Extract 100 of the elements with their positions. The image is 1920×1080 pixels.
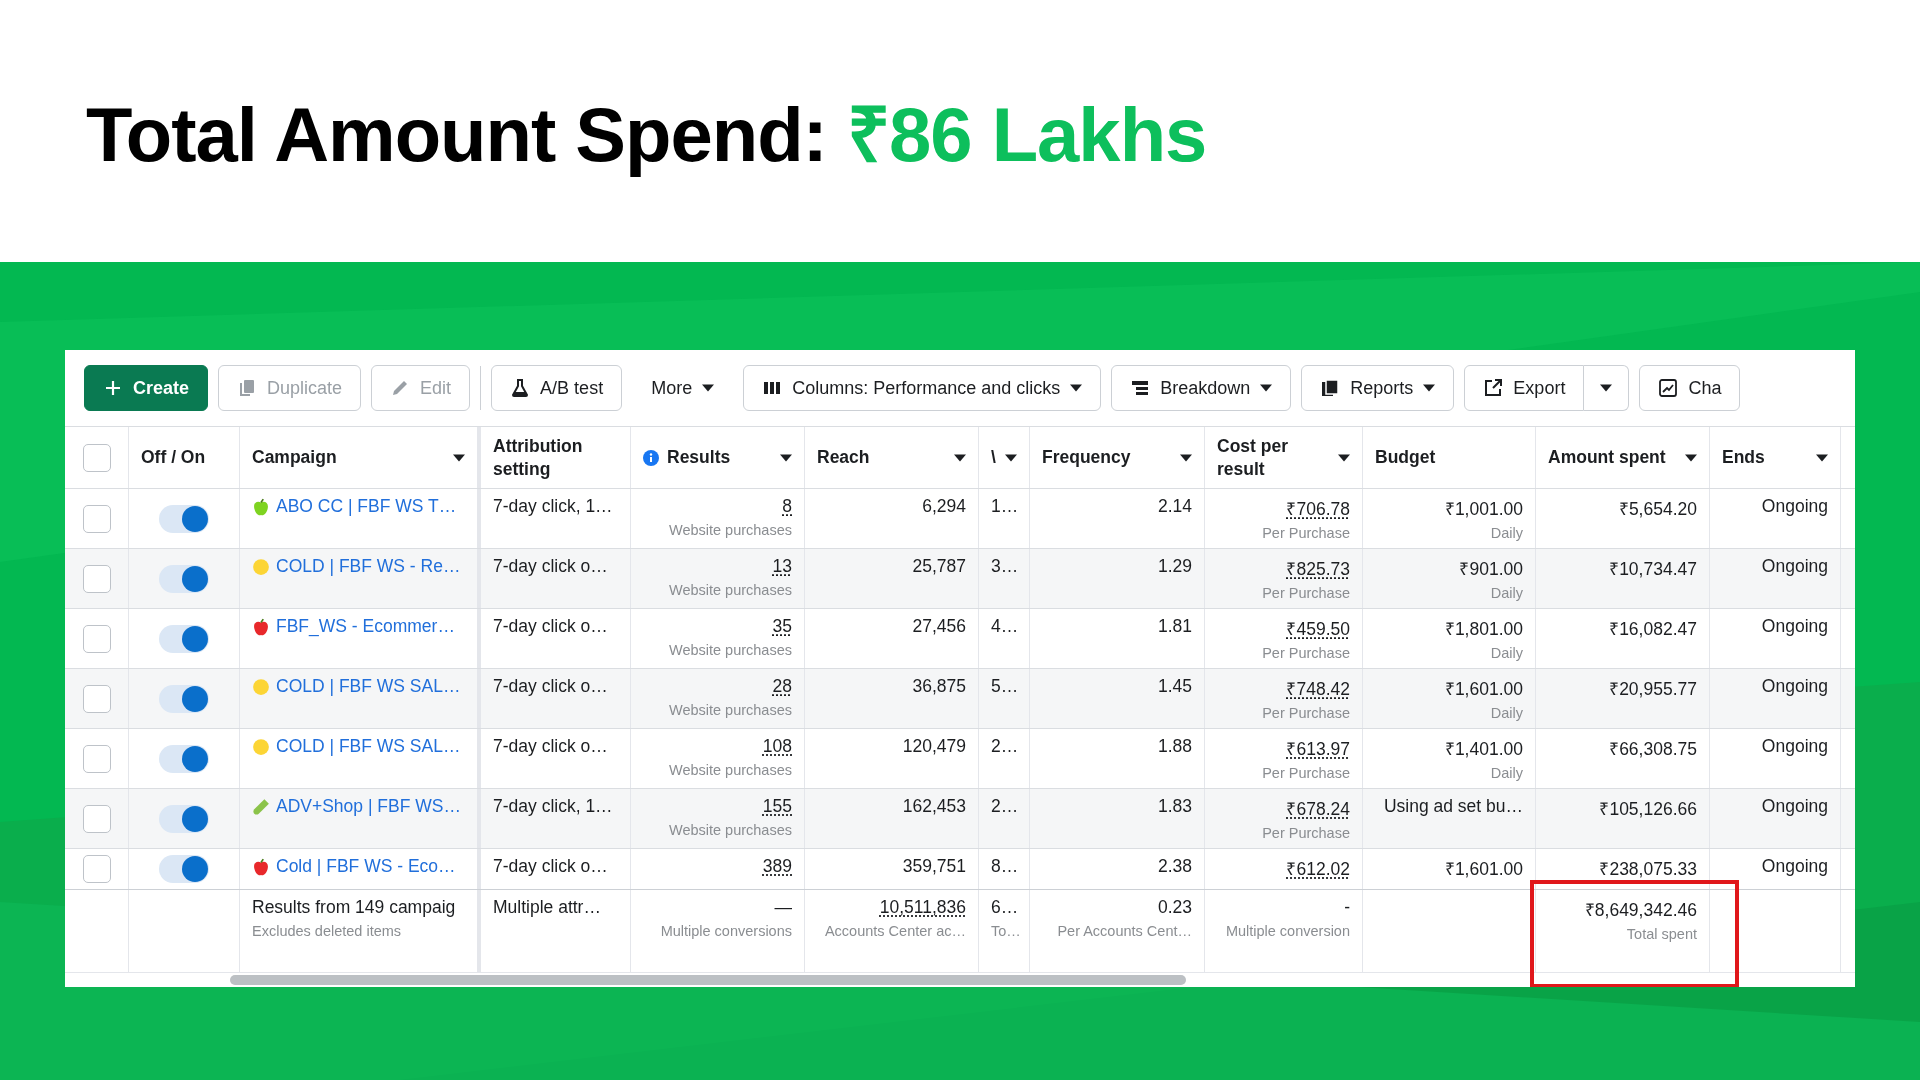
column-header[interactable]: Results	[667, 446, 772, 469]
table-cell: 10,511,836	[879, 897, 966, 918]
column-header[interactable]: Attribution setting	[493, 434, 618, 481]
table-cell: 8	[782, 496, 792, 517]
cell-caption: Per Accounts Cent…	[1057, 923, 1192, 939]
table-cell-text: ₹901.00	[1459, 558, 1523, 580]
table-cell: 6,294	[922, 496, 966, 517]
sort-caret-icon[interactable]	[1338, 453, 1350, 462]
cell-caption: Daily	[1490, 585, 1523, 601]
toolbar-button[interactable]: Cha	[1639, 365, 1741, 411]
campaign-link[interactable]: COLD | FBF WS SAL…	[276, 676, 461, 697]
table-cell: 6…	[991, 897, 1017, 918]
table-cell-text: ₹16,082.47	[1609, 618, 1697, 640]
row-checkbox[interactable]	[82, 684, 111, 713]
toggle-switch[interactable]	[159, 624, 209, 653]
table-cell: 13	[772, 556, 792, 577]
campaign-link[interactable]: COLD | FBF WS - Re…	[276, 556, 461, 577]
cell-caption: Website purchases	[668, 582, 792, 598]
row-checkbox[interactable]	[82, 744, 111, 773]
row-checkbox[interactable]	[82, 804, 111, 833]
table-cell: 1…	[991, 496, 1017, 517]
table-cell-text: 7-day click o…	[493, 556, 609, 577]
table-cell: 1.81	[1157, 616, 1192, 637]
reports-icon	[1320, 378, 1341, 398]
column-header[interactable]: Cost per result	[1217, 434, 1330, 481]
table-cell: 120,479	[902, 736, 966, 757]
campaign-link[interactable]: ABO CC | FBF WS T…	[276, 496, 457, 517]
toolbar-button[interactable]: Reports	[1301, 365, 1455, 411]
scrollbar[interactable]	[230, 975, 1186, 985]
sort-caret-icon[interactable]	[780, 453, 792, 462]
campaign-link[interactable]: ADV+Shop | FBF WS…	[276, 796, 461, 817]
column-header[interactable]: Amount spent	[1548, 446, 1677, 469]
table-cell-text: ₹459.50	[1286, 618, 1350, 640]
table-cell-text: ₹1,601.00	[1444, 858, 1523, 880]
cell-caption: Accounts Center ac…	[824, 923, 966, 939]
sort-caret-icon[interactable]	[954, 453, 966, 462]
campaign-link[interactable]: Cold | FBF WS - Eco…	[276, 856, 456, 877]
row-checkbox[interactable]	[82, 855, 111, 883]
column-header[interactable]: Budget	[1375, 446, 1523, 469]
table-cell: —	[774, 897, 792, 918]
column-header[interactable]: Reach	[817, 446, 946, 469]
table-cell: 8…	[991, 856, 1017, 877]
sort-caret-icon[interactable]	[1180, 453, 1192, 462]
table-cell-text: ₹10,734.47	[1609, 558, 1697, 580]
table-cell-text: ₹66,308.75	[1609, 738, 1697, 760]
table-cell-text: ₹612.02	[1286, 858, 1350, 880]
toggle-switch[interactable]	[159, 564, 209, 593]
column-header[interactable]: Frequency	[1042, 446, 1172, 469]
column-header[interactable]: Campaign	[252, 446, 445, 469]
table-cell-text: ₹706.78	[1286, 498, 1350, 520]
table-cell: 2…	[991, 736, 1017, 757]
headline: Total Amount Spend: ₹86 Lakhs	[86, 90, 1207, 179]
cell-caption: Per Purchase	[1262, 765, 1350, 781]
breakdown-icon	[1130, 378, 1151, 398]
export-icon	[1483, 378, 1504, 398]
campaign-link[interactable]: COLD | FBF WS SAL…	[276, 736, 461, 757]
row-checkbox[interactable]	[82, 504, 111, 533]
table-cell-text: ₹1,001.00	[1444, 498, 1523, 520]
cell-caption: Per Purchase	[1262, 645, 1350, 661]
table-cell-text: ₹748.42	[1286, 678, 1350, 700]
cell-caption: Website purchases	[668, 522, 792, 538]
table-cell: 389	[762, 856, 792, 877]
column-header[interactable]: Off / On	[141, 446, 227, 469]
toggle-switch[interactable]	[159, 744, 209, 773]
table-cell: 5…	[991, 676, 1017, 697]
toolbar-button[interactable]: Columns: Performance and clicks	[743, 365, 1102, 411]
sort-caret-icon[interactable]	[1005, 453, 1017, 462]
info-icon[interactable]	[643, 449, 659, 466]
table-cell-text: 7-day click o…	[493, 736, 609, 757]
toolbar-button[interactable]: Create	[84, 365, 209, 411]
toolbar-button[interactable]: Breakdown	[1111, 365, 1292, 411]
plus-icon	[103, 378, 123, 398]
dropdown-button[interactable]	[1584, 365, 1630, 411]
campaign-link[interactable]: FBF_WS - Ecommer…	[276, 616, 455, 637]
toggle-switch[interactable]	[159, 504, 209, 533]
toggle-switch[interactable]	[159, 855, 209, 883]
column-header[interactable]: Ends	[1722, 446, 1808, 469]
sort-caret-icon[interactable]	[453, 453, 465, 462]
select-all-checkbox[interactable]	[82, 443, 111, 472]
cell-caption: Per Purchase	[1262, 525, 1350, 541]
export-button[interactable]: Export	[1464, 365, 1585, 411]
toolbar-button[interactable]: A/B test	[491, 365, 623, 411]
toggle-switch[interactable]	[159, 684, 209, 713]
table-cell-text: ₹1,401.00	[1444, 738, 1523, 760]
sort-caret-icon[interactable]	[1685, 453, 1697, 462]
column-header[interactable]: \	[991, 446, 997, 469]
sort-caret-icon[interactable]	[1816, 453, 1828, 462]
table-cell: 2.38	[1157, 856, 1192, 877]
caret-icon	[1260, 384, 1273, 392]
toggle-switch[interactable]	[159, 804, 209, 833]
table-cell-text: ₹1,801.00	[1444, 618, 1523, 640]
table-cell: Ongoing	[1761, 736, 1828, 757]
table-cell-text: Multiple attr…	[493, 897, 602, 918]
cell-caption: Per Purchase	[1262, 705, 1350, 721]
table-cell: Ongoing	[1761, 556, 1828, 577]
row-checkbox[interactable]	[82, 564, 111, 593]
table-cell: -	[1344, 897, 1350, 918]
caret-icon	[1423, 384, 1436, 392]
row-checkbox[interactable]	[82, 624, 111, 653]
cell-caption: Multiple conversion	[1225, 923, 1350, 939]
